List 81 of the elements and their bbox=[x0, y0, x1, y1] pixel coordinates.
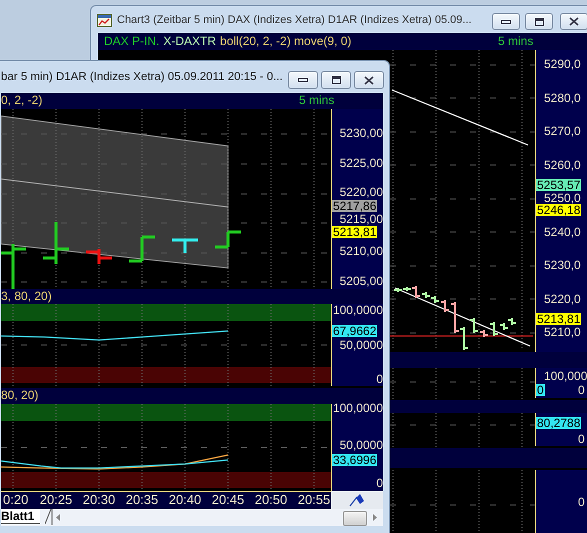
legend-text: 80, 20) bbox=[1, 388, 38, 403]
axis-label: 0 bbox=[578, 433, 585, 445]
axis-label: 5230,0 bbox=[544, 259, 581, 271]
interval-label: 5 mins bbox=[299, 93, 334, 108]
axis-label: 0 bbox=[578, 496, 585, 508]
price-bar bbox=[129, 236, 155, 262]
price-bar bbox=[43, 222, 69, 264]
axis-label: 5220,0 bbox=[544, 292, 581, 304]
close-icon bbox=[364, 76, 374, 84]
axis-label: 5260,0 bbox=[544, 158, 581, 170]
scrollbar-thumb[interactable] bbox=[343, 511, 367, 526]
value-tag: 5213,81 bbox=[536, 313, 582, 325]
time-label: 20:50 bbox=[254, 492, 288, 508]
axis-label: 50,0000 bbox=[340, 339, 383, 351]
maximize-button[interactable] bbox=[525, 13, 553, 30]
maximize-button[interactable] bbox=[321, 71, 351, 89]
legend-text: 3, 80, 20) bbox=[1, 289, 52, 304]
axis-label: 0 bbox=[578, 384, 585, 396]
legend-text: DAX P-IN. bbox=[104, 34, 160, 48]
axis-label: 0 bbox=[376, 373, 383, 385]
interval-label: 5 mins bbox=[498, 34, 534, 49]
time-label: 0:20 bbox=[3, 492, 28, 508]
maximize-icon bbox=[534, 18, 544, 26]
minimize-button[interactable] bbox=[492, 13, 520, 30]
price-bar bbox=[215, 230, 241, 248]
price-bar bbox=[86, 249, 112, 264]
value-tag: 0 bbox=[536, 384, 545, 396]
tab-divider-icon bbox=[45, 509, 53, 525]
time-label: 20:25 bbox=[40, 492, 72, 508]
window-title: bar 5 min) D1AR (Indizes Xetra) 05.09.2011 20:15 - 0... bbox=[1, 71, 283, 83]
time-label: 20:30 bbox=[82, 492, 116, 508]
price-bar bbox=[480, 330, 488, 337]
value-tag: 5246,18 bbox=[536, 204, 582, 216]
value-tag: 5217,86 bbox=[332, 200, 378, 212]
axis-label: 5220,00 bbox=[340, 186, 383, 198]
axis-label: 5290,0 bbox=[544, 58, 581, 70]
minimize-icon bbox=[298, 78, 308, 82]
time-label: 20:45 bbox=[212, 492, 244, 508]
axis-label: 5270,0 bbox=[544, 125, 581, 137]
axis-label: 5225,00 bbox=[340, 156, 383, 169]
minimize-button[interactable] bbox=[288, 71, 318, 89]
axis-label: 5205,00 bbox=[340, 275, 383, 287]
price-bar bbox=[1, 244, 26, 289]
value-tag: 5253,57 bbox=[536, 179, 582, 191]
pen-icon bbox=[349, 492, 365, 507]
axis-label: 5215,00 bbox=[340, 213, 383, 225]
axis-label: 5210,00 bbox=[340, 245, 383, 258]
window-title: Chart3 (Zeitbar 5 min) DAX (Indizes Xetra) D1AR (Indizes Xetra) 05.09... bbox=[117, 14, 472, 26]
axis-label: 50,0000 bbox=[340, 439, 383, 451]
legend-text: boll(20, 2, -2) move(9, 0) bbox=[220, 34, 352, 48]
sheet-tab[interactable]: Blatt1 bbox=[1, 509, 40, 524]
price-bar bbox=[470, 318, 478, 333]
value-tag: 5213,81 bbox=[332, 226, 378, 238]
value-tag: 67,9662 bbox=[332, 325, 378, 337]
maximize-icon bbox=[332, 76, 340, 84]
axis-label: 5230,00 bbox=[340, 127, 383, 139]
axis-label: 5280,0 bbox=[544, 92, 581, 104]
close-button[interactable] bbox=[560, 13, 587, 30]
time-label: 20:40 bbox=[168, 492, 202, 508]
time-label: 20:55 bbox=[298, 492, 330, 508]
price-bar bbox=[490, 322, 498, 336]
close-icon bbox=[569, 17, 579, 26]
close-button[interactable] bbox=[354, 71, 384, 89]
axis-label: 0 bbox=[376, 477, 383, 489]
minimize-icon bbox=[501, 20, 511, 24]
axis-label: 5210,0 bbox=[544, 326, 581, 338]
axis-label: 100,0000 bbox=[332, 304, 383, 316]
axis-label: 100,0000 bbox=[332, 402, 383, 414]
scroll-left-icon[interactable] bbox=[56, 514, 61, 521]
price-bar bbox=[172, 238, 198, 253]
value-tag: 80,2788 bbox=[536, 417, 582, 429]
value-tag: 33,6996 bbox=[332, 454, 378, 466]
axis-label: 5240,0 bbox=[544, 226, 581, 238]
time-label: 20:35 bbox=[126, 492, 158, 508]
price-bar bbox=[441, 300, 449, 312]
axis-label: 100,000 bbox=[544, 370, 587, 382]
legend-text: X-DAXTR bbox=[163, 34, 216, 48]
legend-text: 0, 2, -2) bbox=[1, 93, 42, 107]
chart-icon bbox=[97, 14, 112, 26]
axis-label: 5250,0 bbox=[544, 192, 581, 204]
scroll-right-icon[interactable] bbox=[373, 514, 378, 521]
